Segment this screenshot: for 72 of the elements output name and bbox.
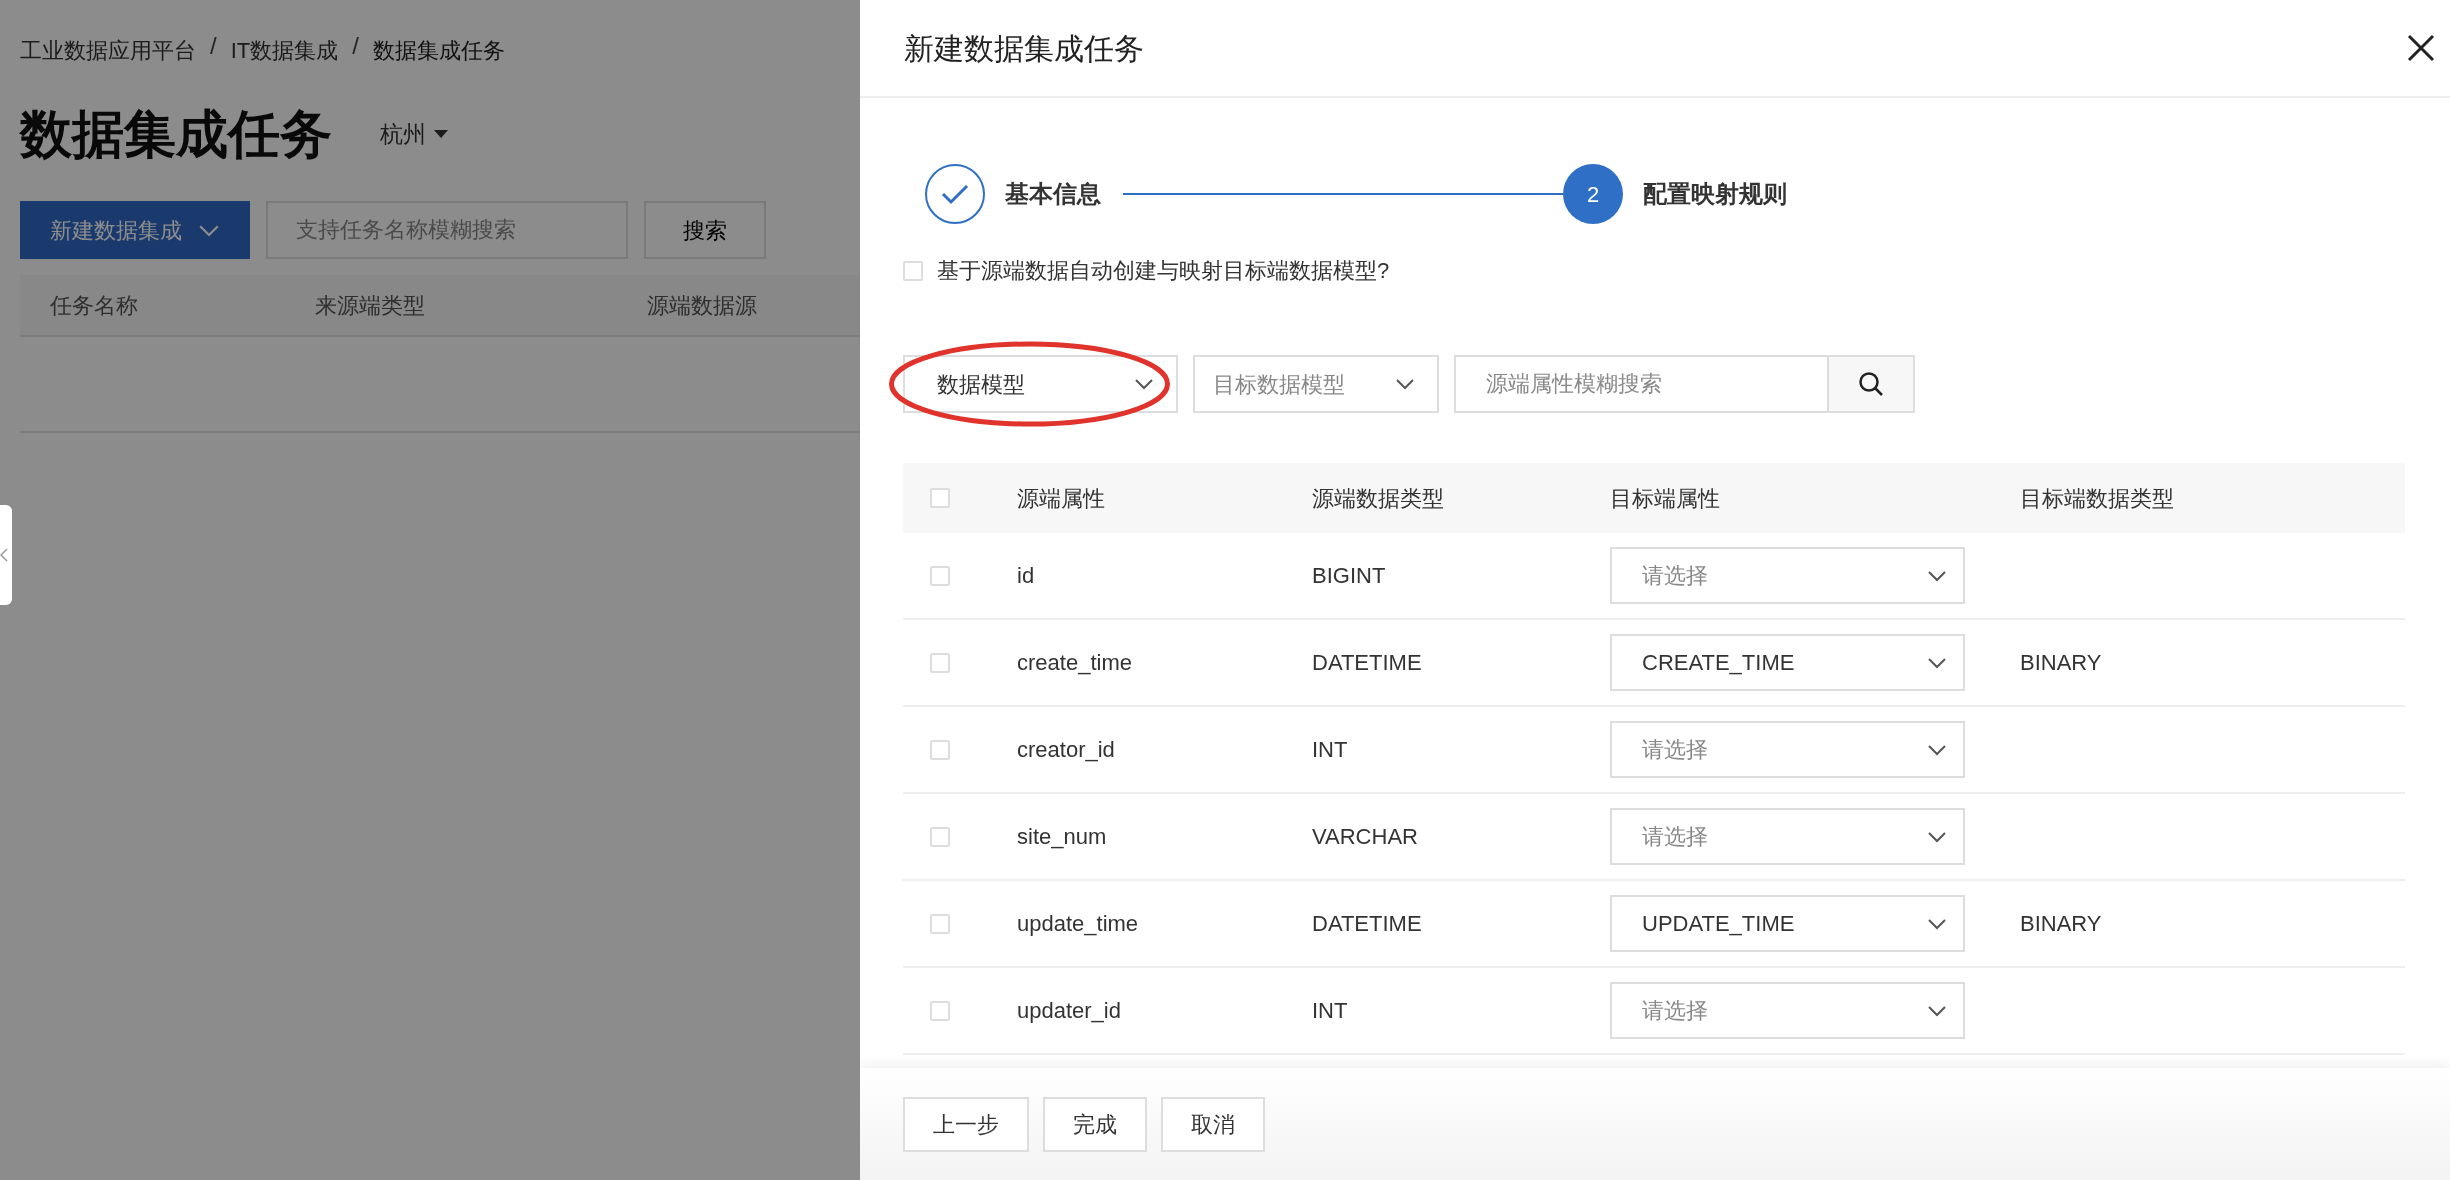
- step-label: 基本信息: [1005, 179, 1101, 209]
- search-icon: [1858, 371, 1884, 397]
- check-icon: [941, 183, 969, 205]
- close-icon: [2406, 33, 2436, 63]
- target-model-dropdown[interactable]: 目标数据模型: [1193, 355, 1439, 413]
- attribute-search-field[interactable]: 源端属性模糊搜索: [1454, 355, 1829, 413]
- breadcrumb-link[interactable]: 工业数据应用平台: [20, 34, 196, 67]
- target-attribute-dropdown[interactable]: CREATE_TIME: [1610, 634, 1965, 691]
- footer-button[interactable]: 取消: [1161, 1096, 1265, 1152]
- chevron-down-icon: [1927, 743, 1947, 756]
- checkbox-label: 基于源端数据自动创建与映射目标端数据模型?: [937, 257, 1390, 285]
- drawer-title: 新建数据集成任务: [904, 30, 1144, 67]
- column-header: 任务名称: [49, 291, 139, 320]
- caret-down-icon: [434, 130, 448, 139]
- target-attribute-dropdown[interactable]: 请选择: [1610, 982, 1965, 1039]
- row-checkbox[interactable]: [930, 826, 950, 847]
- table-cell-text: INT: [1312, 997, 1349, 1025]
- row-checkbox[interactable]: [930, 913, 950, 934]
- table-cell-text: id: [1017, 562, 1036, 590]
- chevron-down-icon: [1927, 917, 1947, 930]
- footer-button[interactable]: 上一步: [903, 1096, 1029, 1152]
- table-cell-text: DATETIME: [1312, 649, 1423, 677]
- chevron-down-icon: [1927, 569, 1947, 582]
- chevron-down-icon: [1395, 378, 1415, 390]
- column-header: 目标端数据类型: [2020, 484, 2175, 513]
- column-header: 来源端类型: [315, 291, 426, 320]
- chevron-down-icon: [198, 223, 220, 237]
- target-attribute-dropdown[interactable]: 请选择: [1610, 808, 1965, 865]
- chevron-down-icon: [1927, 1004, 1947, 1017]
- target-attribute-dropdown[interactable]: 请选择: [1610, 721, 1965, 778]
- model-dropdown[interactable]: 数据模型: [903, 355, 1178, 413]
- table-cell: BINARY: [2020, 911, 2102, 936]
- table-cell-text: DATETIME: [1312, 910, 1423, 938]
- table-cell: BINARY: [2020, 650, 2102, 675]
- table-cell-text: BIGINT: [1312, 562, 1387, 590]
- table-cell-text: update_time: [1017, 910, 1140, 938]
- row-checkbox[interactable]: [930, 1000, 950, 1021]
- target-attribute-dropdown[interactable]: 请选择: [1610, 547, 1965, 604]
- chevron-down-icon: [1927, 656, 1947, 669]
- table-cell-text: INT: [1312, 736, 1349, 764]
- breadcrumb-separator: /: [210, 34, 217, 61]
- select-all-checkbox[interactable]: [930, 488, 950, 508]
- new-integration-button[interactable]: 新建数据集成: [20, 201, 250, 260]
- chevron-down-icon: [1134, 378, 1154, 390]
- table-cell-text: VARCHAR: [1312, 823, 1419, 851]
- step-number: 2: [1563, 164, 1623, 224]
- column-header: 源端属性: [1017, 484, 1106, 513]
- target-attribute-dropdown[interactable]: UPDATE_TIME: [1610, 895, 1965, 952]
- breadcrumb-link[interactable]: IT数据集成: [230, 34, 339, 67]
- chevron-left-icon: [0, 548, 8, 562]
- search-button[interactable]: 搜索: [644, 201, 766, 260]
- page-title: 数据集成任务: [20, 104, 332, 165]
- region-dropdown[interactable]: 杭州: [380, 116, 448, 152]
- column-header: 目标端属性: [1610, 484, 1721, 513]
- column-header: 源端数据源: [647, 291, 758, 320]
- footer-button[interactable]: 完成: [1043, 1096, 1147, 1152]
- breadcrumb-current: 数据集成任务: [372, 37, 505, 65]
- search-field[interactable]: 支持任务名称模糊搜索: [266, 201, 628, 260]
- table-cell-text: site_num: [1017, 823, 1108, 851]
- breadcrumb-separator: /: [352, 34, 359, 61]
- chevron-down-icon: [1927, 830, 1947, 843]
- collapse-tab[interactable]: [0, 505, 12, 605]
- checkbox[interactable]: [903, 260, 923, 281]
- table-cell-text: updater_id: [1017, 997, 1122, 1025]
- search-button[interactable]: [1829, 355, 1915, 413]
- table-cell-text: create_time: [1017, 649, 1133, 677]
- row-checkbox[interactable]: [930, 565, 950, 586]
- row-checkbox[interactable]: [930, 739, 950, 760]
- row-checkbox[interactable]: [930, 652, 950, 673]
- column-header: 源端数据类型: [1312, 484, 1445, 513]
- table-cell-text: creator_id: [1017, 736, 1116, 764]
- step-label: 配置映射规则: [1643, 179, 1787, 209]
